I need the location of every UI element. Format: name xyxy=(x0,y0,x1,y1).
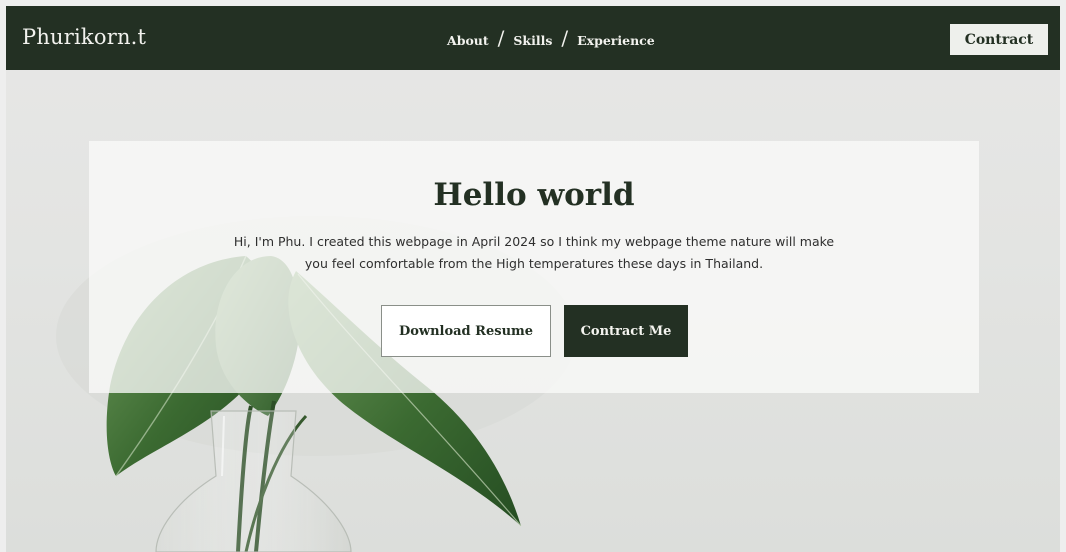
nav-links: About / Skills / Experience xyxy=(447,26,655,50)
hero-description-line-1: Hi, I'm Phu. I created this webpage in A… xyxy=(233,234,835,249)
page-frame: Phurikorn.t About / Skills / Experience … xyxy=(6,6,1060,552)
hero-description: Hi, I'm Phu. I created this webpage in A… xyxy=(189,231,879,275)
brand-logo[interactable]: Phurikorn.t xyxy=(22,25,146,49)
hero-title: Hello world xyxy=(433,177,635,213)
hero-description-line-2: you feel comfortable from the High tempe… xyxy=(304,256,764,271)
nav-skills-link[interactable]: Skills xyxy=(513,33,552,48)
contract-button[interactable]: Contract xyxy=(950,24,1048,55)
nav-separator: / xyxy=(561,26,569,50)
contact-me-button[interactable]: Contract Me xyxy=(564,305,688,357)
nav-experience-link[interactable]: Experience xyxy=(577,33,655,48)
nav-about-link[interactable]: About xyxy=(447,33,489,48)
nav-separator: / xyxy=(497,26,505,50)
top-navbar: Phurikorn.t About / Skills / Experience … xyxy=(6,6,1060,70)
hero-card: Hello world Hi, I'm Phu. I created this … xyxy=(89,141,979,393)
download-resume-button[interactable]: Download Resume xyxy=(381,305,551,357)
